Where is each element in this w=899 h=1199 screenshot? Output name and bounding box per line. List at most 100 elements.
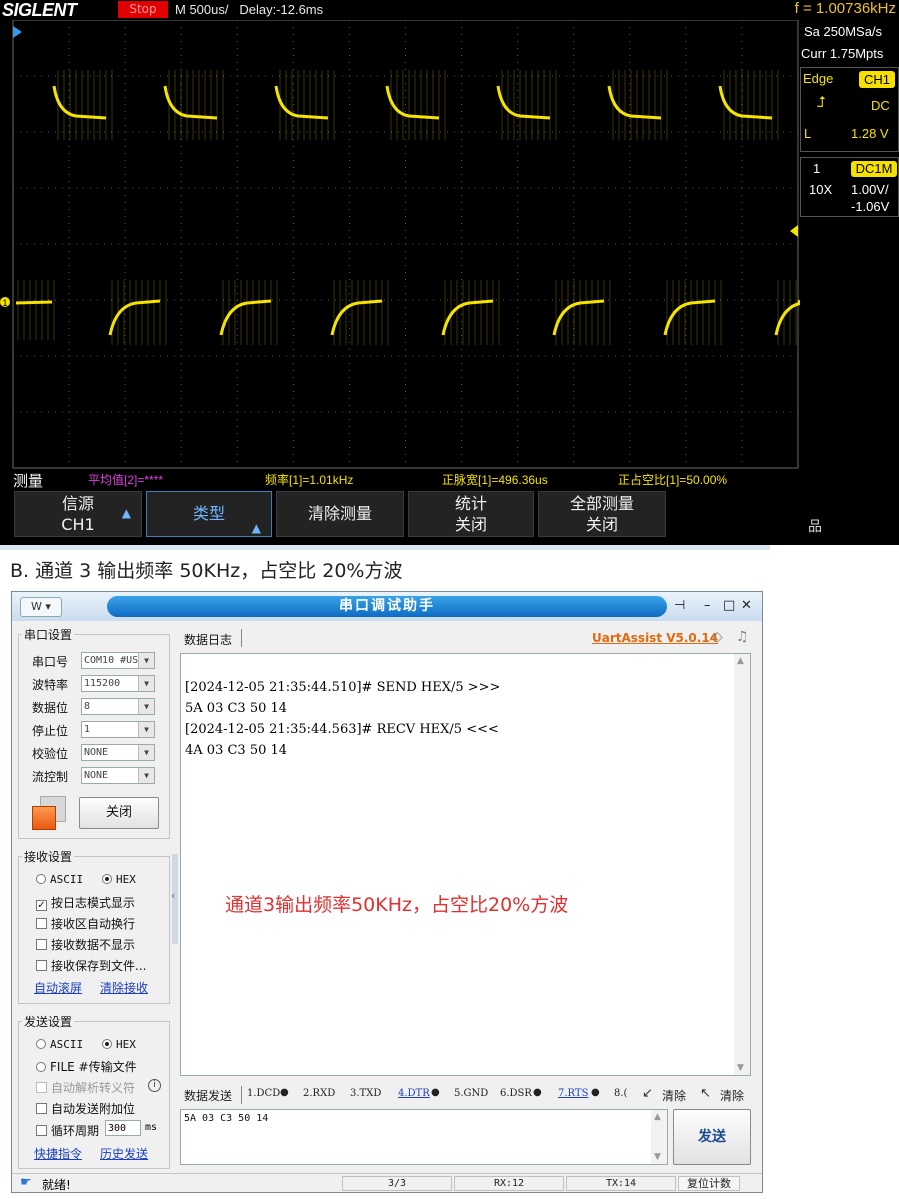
field-value: NONE — [84, 747, 109, 758]
field-select[interactable]: 115200 ▼ — [81, 675, 155, 692]
auto-escape-checkbox: 自动解析转义符 — [36, 1079, 135, 1096]
send-file-radio[interactable]: FILE #传输文件 — [36, 1058, 137, 1075]
probe-attenuation: 10X — [809, 182, 833, 197]
cycle-label: 循环周期 — [51, 1124, 100, 1138]
menu-clear-measure-button[interactable]: 清除测量 — [276, 491, 404, 537]
menu-all-measure-label: 全部测量 — [569, 494, 634, 513]
clear-receive-link[interactable]: 清除接收 — [100, 979, 148, 996]
receive-option-label: 按日志模式显示 — [51, 896, 136, 910]
diamond-icon[interactable]: ◇ — [712, 629, 723, 645]
send-input-area[interactable]: 5A 03 C3 50 14 ▲ ▼ — [180, 1109, 668, 1165]
info-icon[interactable]: i — [148, 1079, 161, 1092]
cycle-period-input[interactable] — [105, 1120, 141, 1136]
menu-all-measure-button[interactable]: 全部测量 关闭 — [538, 491, 666, 537]
maximize-icon[interactable]: □ — [723, 598, 735, 613]
measure-duty-cycle: 正占空比[1]=50.00% — [618, 473, 728, 487]
signal-8[interactable]: 8.( — [614, 1088, 627, 1099]
uart-assist-window: W ▾ 串口调试助手 ⊣ – □ ✕ 串口设置 串口号 COM10 #US ▼ 波特率… — [11, 591, 763, 1193]
close-port-button[interactable]: 关闭 — [79, 797, 159, 829]
bell-icon[interactable]: ♫ — [736, 629, 749, 645]
receive-ascii-radio[interactable]: ASCII — [36, 872, 83, 886]
chevron-down-icon[interactable]: ▼ — [138, 676, 154, 691]
send-scrollbar[interactable]: ▲ ▼ — [651, 1110, 667, 1164]
receive-option-checkbox[interactable]: 接收数据不显示 — [36, 936, 135, 953]
field-select[interactable]: NONE ▼ — [81, 744, 155, 761]
signal-3[interactable]: 3.TXD — [350, 1088, 381, 1099]
version-link[interactable]: UartAssist V5.0.14 — [592, 631, 718, 645]
brand-logo: SIGLENT — [2, 0, 77, 20]
pin-icon[interactable]: ⊣ — [674, 598, 685, 613]
auto-escape-label: 自动解析转义符 — [51, 1081, 136, 1095]
channel-coupling: DC1M — [851, 161, 897, 177]
softkey-menu: 信源 CH1 ▲ 类型 ▲ 清除测量 统计 关闭 全部测量 关闭 — [0, 489, 800, 539]
scroll-down-icon[interactable]: ▼ — [654, 1152, 661, 1162]
auto-append-checkbox[interactable]: 自动发送附加位 — [36, 1100, 135, 1117]
channel-1-panel[interactable]: 1 DC1M 10X 1.00V/ -1.06V — [800, 157, 899, 217]
reset-counter-button[interactable]: 复位计数 — [678, 1176, 740, 1191]
shortcut-commands-link[interactable]: 快捷指令 — [34, 1145, 82, 1162]
trigger-mode: Edge — [803, 71, 834, 86]
menu-statistics-button[interactable]: 统计 关闭 — [408, 491, 534, 537]
oscilloscope-screenshot: 1 SIGLENT Stop M 500us/ Delay:-12.6ms f … — [0, 0, 899, 545]
auto-scroll-link[interactable]: 自动滚屏 — [34, 979, 82, 996]
clear-receive-button[interactable]: 清除 — [720, 1087, 744, 1104]
field-label: 校验位 — [32, 747, 69, 761]
receive-option-checkbox[interactable]: 接收区自动换行 — [36, 915, 135, 932]
menu-type-button[interactable]: 类型 ▲ — [146, 491, 272, 537]
signal-2[interactable]: 2.RXD — [303, 1088, 335, 1099]
field-select[interactable]: 8 ▼ — [81, 698, 155, 715]
scroll-down-icon[interactable]: ▼ — [737, 1063, 744, 1073]
send-button[interactable]: 发送 — [673, 1109, 751, 1165]
close-icon[interactable]: ✕ — [741, 598, 752, 613]
field-label: 停止位 — [32, 724, 69, 738]
log-line: [2024-12-05 21:35:44.563]# RECV HEX/5 <<… — [185, 722, 499, 737]
signal-1[interactable]: 1.DCD — [247, 1088, 280, 1099]
tab-data-send[interactable]: 数据发送 — [184, 1087, 232, 1104]
signal-4[interactable]: 4.DTR — [398, 1088, 430, 1099]
timebase-readout: M 500us/ Delay:-12.6ms — [175, 2, 323, 17]
trigger-panel[interactable]: Edge CH1 ⮥ DC L 1.28 V — [800, 67, 899, 152]
up-arrow-icon: ▲ — [121, 506, 131, 520]
graticule — [12, 19, 799, 469]
system-menu-button[interactable]: W ▾ — [20, 597, 62, 617]
field-select[interactable]: COM10 #US ▼ — [81, 652, 155, 669]
field-value: NONE — [84, 770, 109, 781]
send-history-link[interactable]: 历史发送 — [100, 1145, 148, 1162]
cycle-checkbox[interactable]: 循环周期 — [36, 1122, 99, 1139]
chevron-down-icon[interactable]: ▼ — [138, 768, 154, 783]
receive-hex-radio[interactable]: HEX — [102, 872, 136, 886]
clear-receive-icon[interactable]: ↖ — [700, 1086, 711, 1101]
trigger-source: CH1 — [859, 71, 895, 88]
chevron-down-icon[interactable]: ▼ — [138, 653, 154, 668]
signal-6[interactable]: 6.DSR — [500, 1088, 532, 1099]
minimize-icon[interactable]: – — [704, 598, 711, 613]
chevron-down-icon[interactable]: ▼ — [138, 745, 154, 760]
clear-send-icon[interactable]: ↙ — [642, 1086, 653, 1101]
field-label: 流控制 — [32, 770, 69, 784]
chevron-down-icon[interactable]: ▼ — [138, 699, 154, 714]
vertical-scale: 1.00V/ — [851, 182, 889, 197]
log-scrollbar[interactable]: ▲ ▼ — [734, 654, 750, 1075]
field-select[interactable]: 1 ▼ — [81, 721, 155, 738]
collapse-icon[interactable]: ‹ — [171, 889, 175, 902]
receive-option-checkbox[interactable]: ✓ 按日志模式显示 — [36, 894, 135, 911]
menu-all-measure-value: 关闭 — [585, 515, 618, 534]
menu-source-button[interactable]: 信源 CH1 ▲ — [14, 491, 142, 537]
run-state-badge[interactable]: Stop — [118, 1, 168, 18]
scroll-up-icon[interactable]: ▲ — [654, 1112, 661, 1122]
scope-info-panel: Sa 250MSa/s Curr 1.75Mpts Edge CH1 ⮥ DC … — [800, 20, 899, 545]
receive-log-area[interactable]: [2024-12-05 21:35:44.510]# SEND HEX/5 >>… — [180, 653, 751, 1076]
scroll-up-icon[interactable]: ▲ — [737, 656, 744, 666]
signal-7[interactable]: 7.RTS — [558, 1088, 588, 1099]
tab-data-log[interactable]: 数据日志 — [184, 631, 232, 648]
trigger-position-marker — [13, 26, 22, 38]
receive-option-checkbox[interactable]: 接收保存到文件... — [36, 957, 146, 974]
clear-send-button[interactable]: 清除 — [662, 1087, 686, 1104]
send-hex-label: HEX — [116, 1038, 136, 1051]
chevron-down-icon[interactable]: ▼ — [138, 722, 154, 737]
send-ascii-radio[interactable]: ASCII — [36, 1037, 83, 1051]
signal-5[interactable]: 5.GND — [454, 1088, 488, 1099]
receive-option-label: 接收区自动换行 — [51, 917, 136, 931]
send-hex-radio[interactable]: HEX — [102, 1037, 136, 1051]
field-select[interactable]: NONE ▼ — [81, 767, 155, 784]
